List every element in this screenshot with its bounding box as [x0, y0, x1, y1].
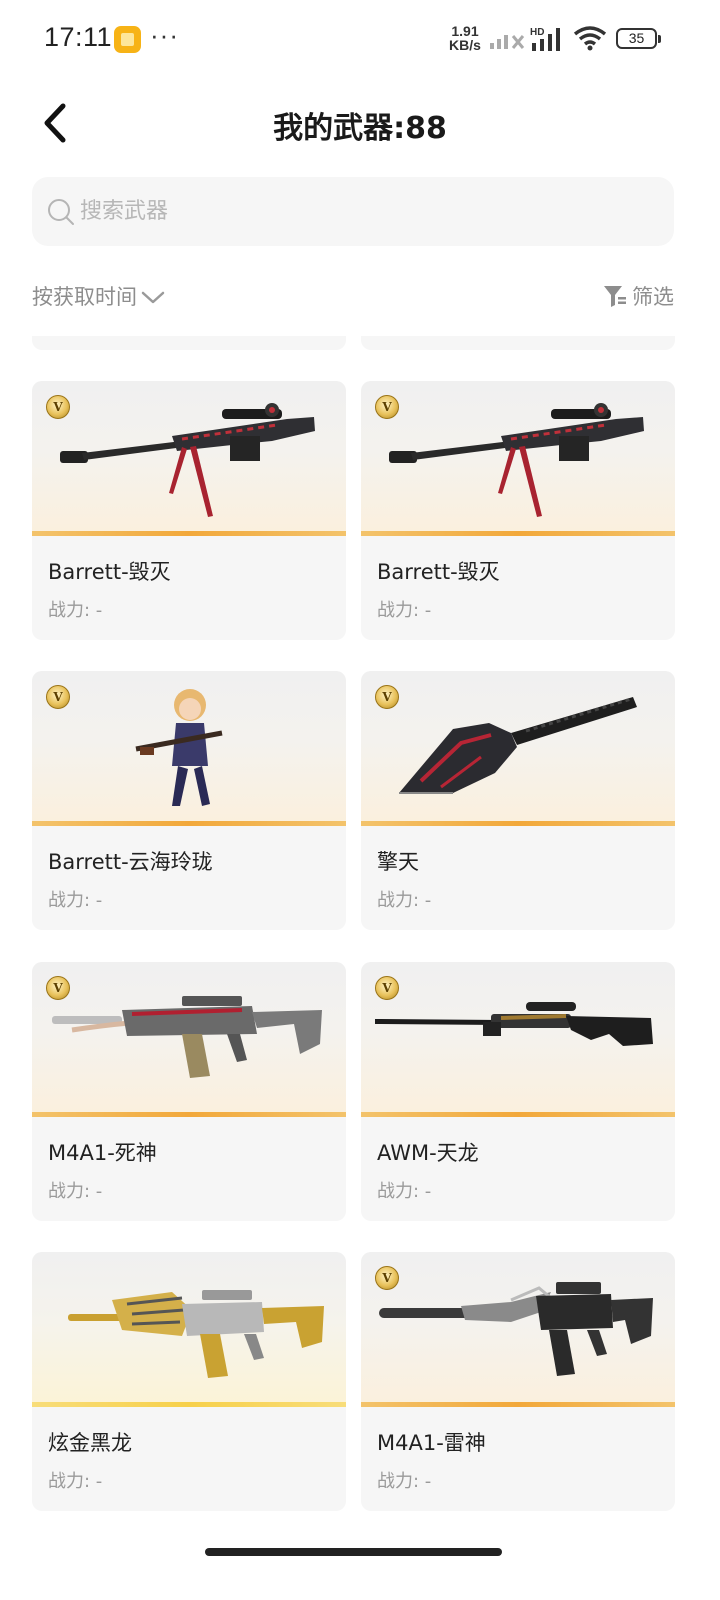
search-box[interactable]: [32, 177, 674, 246]
weapon-name: M4A1-雷神: [377, 1431, 486, 1455]
status-bar: 17:11 ··· 1.91 KB/s HD 35: [0, 0, 720, 76]
weapon-card[interactable]: V M4A1-雷神 战力: -: [361, 1252, 675, 1511]
home-indicator[interactable]: [205, 1548, 502, 1556]
weapon-image: V: [32, 381, 346, 536]
signal-strong-icon: HD: [530, 27, 560, 51]
weapon-power: 战力: -: [48, 890, 103, 911]
weapon-image: [32, 1252, 346, 1407]
weapon-power: 战力: -: [377, 1181, 432, 1202]
sort-dropdown[interactable]: 按获取时间: [32, 280, 165, 312]
weapon-grid[interactable]: V Barrett-毁灭 战力: - V Barrett-毁灭 战力: - V …: [0, 336, 720, 1546]
barrett-sniper-icon: [60, 403, 315, 517]
page-title: 我的武器:88: [273, 111, 447, 146]
weapon-card[interactable]: V Barrett-毁灭 战力: -: [361, 381, 675, 640]
weapon-card[interactable]: V M4A1-死神 战力: -: [32, 962, 346, 1221]
assault-rifle-icon: [52, 996, 322, 1078]
notification-app-icon: [114, 26, 141, 53]
vip-badge: V: [375, 1266, 399, 1290]
filter-icon: [604, 286, 626, 307]
weapon-image: V: [361, 1252, 675, 1407]
network-speed-unit: KB/s: [449, 37, 481, 53]
weapon-card[interactable]: V Barrett-云海玲珑 战力: -: [32, 671, 346, 930]
weapon-power: 战力: -: [48, 600, 103, 621]
signal-hd-label: HD: [530, 27, 544, 38]
more-notifications-icon: ···: [150, 20, 179, 50]
vip-badge: V: [375, 685, 399, 709]
weapon-image: V: [361, 962, 675, 1117]
character-with-sniper-icon: [135, 689, 223, 806]
weapon-power: 战力: -: [48, 1181, 103, 1202]
weapon-power: 战力: -: [48, 1471, 103, 1492]
weapon-image: V: [32, 962, 346, 1117]
filter-label: 筛选: [632, 285, 674, 309]
status-time: 17:11: [44, 22, 113, 52]
filter-button[interactable]: 筛选: [602, 280, 674, 312]
search-input[interactable]: [80, 189, 640, 234]
network-speed: 1.91 KB/s: [445, 24, 485, 52]
weapon-name: Barrett-毁灭: [48, 560, 171, 584]
weapon-card-partial[interactable]: [361, 336, 675, 350]
weapon-image: V: [361, 381, 675, 536]
vip-badge: V: [46, 976, 70, 1000]
silenced-rifle-icon: [379, 1282, 653, 1376]
weapon-name: AWM-天龙: [377, 1141, 479, 1165]
signal-weak-icon: [490, 35, 525, 49]
wifi-icon: [573, 26, 607, 51]
weapon-power: 战力: -: [377, 890, 432, 911]
vip-badge: V: [46, 395, 70, 419]
awm-sniper-icon: [375, 1002, 653, 1046]
sort-label: 按获取时间: [32, 285, 137, 309]
gold-dragon-rifle-icon: [68, 1290, 324, 1378]
weapon-card[interactable]: V Barrett-毁灭 战力: -: [32, 381, 346, 640]
weapon-name: 炫金黑龙: [48, 1431, 132, 1455]
weapon-name: M4A1-死神: [48, 1141, 157, 1165]
shovel-melee-icon: [399, 697, 637, 794]
weapon-power: 战力: -: [377, 1471, 432, 1492]
search-icon: [48, 199, 74, 225]
barrett-sniper-icon: [389, 403, 644, 517]
weapon-name: Barrett-云海玲珑: [48, 850, 213, 874]
weapon-card-partial[interactable]: [32, 336, 346, 350]
weapon-card[interactable]: V AWM-天龙 战力: -: [361, 962, 675, 1221]
vip-badge: V: [375, 395, 399, 419]
weapon-image: V: [361, 671, 675, 826]
battery-indicator: 35: [616, 28, 661, 49]
weapon-card[interactable]: V 擎天 战力: -: [361, 671, 675, 930]
vip-badge: V: [375, 976, 399, 1000]
weapon-name: Barrett-毁灭: [377, 560, 500, 584]
weapon-power: 战力: -: [377, 600, 432, 621]
chevron-down-icon: [141, 291, 165, 304]
vip-badge: V: [46, 685, 70, 709]
weapon-name: 擎天: [377, 850, 419, 874]
weapon-image: V: [32, 671, 346, 826]
weapon-card[interactable]: 炫金黑龙 战力: -: [32, 1252, 346, 1511]
